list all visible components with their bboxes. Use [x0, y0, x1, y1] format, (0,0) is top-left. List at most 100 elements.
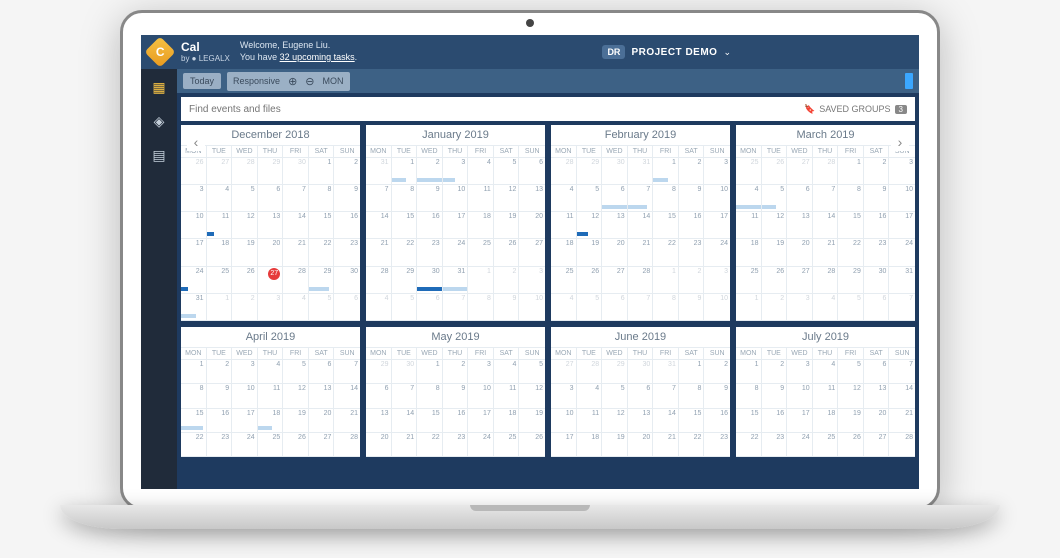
day-cell[interactable]: 17 [443, 212, 469, 239]
day-cell[interactable]: 21 [813, 239, 839, 266]
day-cell[interactable]: 6 [864, 360, 890, 384]
day-cell[interactable]: 2 [679, 158, 705, 185]
day-cell[interactable]: 17 [468, 409, 494, 433]
event-bar[interactable] [181, 287, 188, 291]
day-cell[interactable]: 10 [519, 294, 545, 321]
day-cell[interactable]: 20 [602, 239, 628, 266]
day-cell[interactable]: 19 [838, 409, 864, 433]
day-cell[interactable]: 1 [309, 158, 335, 185]
day-cell[interactable]: 1 [653, 158, 679, 185]
next-page-button[interactable]: › [891, 133, 909, 151]
day-cell[interactable]: 6 [628, 384, 654, 408]
sidebar-layers-icon[interactable]: ◈ [149, 111, 169, 131]
day-cell[interactable]: 2 [443, 360, 469, 384]
day-cell[interactable]: 25 [736, 158, 762, 185]
day-cell[interactable]: 27 [258, 267, 284, 294]
day-cell[interactable]: 22 [181, 433, 207, 457]
day-cell[interactable]: 22 [417, 433, 443, 457]
day-cell[interactable]: 1 [468, 267, 494, 294]
day-cell[interactable]: 14 [813, 212, 839, 239]
day-cell[interactable]: 2 [334, 158, 360, 185]
day-cell[interactable]: 23 [864, 239, 890, 266]
day-cell[interactable]: 8 [392, 185, 418, 212]
day-cell[interactable]: 29 [309, 267, 335, 294]
day-cell[interactable]: 5 [232, 185, 258, 212]
day-cell[interactable]: 16 [762, 409, 788, 433]
day-cell[interactable]: 26 [494, 239, 520, 266]
day-cell[interactable]: 10 [232, 384, 258, 408]
day-cell[interactable]: 28 [577, 360, 603, 384]
day-cell[interactable]: 5 [392, 294, 418, 321]
day-cell[interactable]: 26 [283, 433, 309, 457]
day-cell[interactable]: 23 [762, 433, 788, 457]
day-cell[interactable]: 17 [889, 212, 915, 239]
day-cell[interactable]: 16 [704, 409, 730, 433]
sidebar-board-icon[interactable]: ▤ [149, 145, 169, 165]
day-cell[interactable]: 8 [653, 294, 679, 321]
day-cell[interactable]: 10 [443, 185, 469, 212]
event-bar[interactable] [577, 232, 588, 236]
day-cell[interactable]: 18 [207, 239, 233, 266]
day-cell[interactable]: 1 [736, 294, 762, 321]
day-cell[interactable]: 22 [653, 239, 679, 266]
day-cell[interactable]: 13 [787, 212, 813, 239]
day-cell[interactable]: 3 [181, 185, 207, 212]
day-cell[interactable]: 2 [864, 158, 890, 185]
day-cell[interactable]: 7 [889, 294, 915, 321]
day-cell[interactable]: 1 [417, 360, 443, 384]
day-cell[interactable]: 12 [494, 185, 520, 212]
day-cell[interactable]: 7 [392, 384, 418, 408]
day-cell[interactable]: 23 [334, 239, 360, 266]
day-cell[interactable]: 20 [628, 433, 654, 457]
prev-page-button[interactable]: ‹ [187, 133, 205, 151]
day-cell[interactable]: 10 [181, 212, 207, 239]
day-cell[interactable]: 12 [283, 384, 309, 408]
day-cell[interactable]: 7 [334, 360, 360, 384]
day-cell[interactable]: 21 [628, 239, 654, 266]
day-cell[interactable]: 3 [443, 158, 469, 185]
day-cell[interactable]: 3 [787, 360, 813, 384]
day-cell[interactable]: 1 [181, 360, 207, 384]
day-cell[interactable]: 13 [602, 212, 628, 239]
day-cell[interactable]: 7 [813, 185, 839, 212]
day-cell[interactable]: 14 [628, 212, 654, 239]
event-bar[interactable] [653, 178, 668, 182]
day-cell[interactable]: 26 [838, 433, 864, 457]
day-cell[interactable]: 21 [392, 433, 418, 457]
event-bar[interactable] [628, 205, 648, 209]
day-cell[interactable]: 31 [653, 360, 679, 384]
day-cell[interactable]: 4 [577, 384, 603, 408]
day-cell[interactable]: 7 [653, 384, 679, 408]
day-cell[interactable]: 28 [334, 433, 360, 457]
day-cell[interactable]: 16 [443, 409, 469, 433]
day-cell[interactable]: 23 [207, 433, 233, 457]
day-cell[interactable]: 10 [704, 294, 730, 321]
day-cell[interactable]: 19 [519, 409, 545, 433]
day-cell[interactable]: 23 [417, 239, 443, 266]
day-cell[interactable]: 2 [704, 360, 730, 384]
day-cell[interactable]: 4 [813, 360, 839, 384]
day-cell[interactable]: 14 [889, 384, 915, 408]
day-cell[interactable]: 17 [551, 433, 577, 457]
upcoming-tasks-link[interactable]: 32 upcoming tasks [280, 52, 355, 62]
day-cell[interactable]: 19 [494, 212, 520, 239]
day-cell[interactable]: 4 [551, 185, 577, 212]
day-cell[interactable]: 16 [679, 212, 705, 239]
day-cell[interactable]: 21 [889, 409, 915, 433]
event-bar[interactable] [207, 232, 214, 236]
day-cell[interactable]: 19 [577, 239, 603, 266]
day-cell[interactable]: 2 [762, 360, 788, 384]
day-cell[interactable]: 19 [762, 239, 788, 266]
day-cell[interactable]: 27 [551, 360, 577, 384]
day-cell[interactable]: 24 [889, 239, 915, 266]
day-cell[interactable]: 4 [736, 185, 762, 212]
day-cell[interactable]: 29 [392, 267, 418, 294]
day-cell[interactable]: 18 [577, 433, 603, 457]
day-cell[interactable]: 3 [468, 360, 494, 384]
day-cell[interactable]: 5 [762, 185, 788, 212]
day-cell[interactable]: 11 [494, 384, 520, 408]
day-cell[interactable]: 20 [787, 239, 813, 266]
day-cell[interactable]: 9 [443, 384, 469, 408]
day-cell[interactable]: 29 [366, 360, 392, 384]
day-cell[interactable]: 15 [309, 212, 335, 239]
